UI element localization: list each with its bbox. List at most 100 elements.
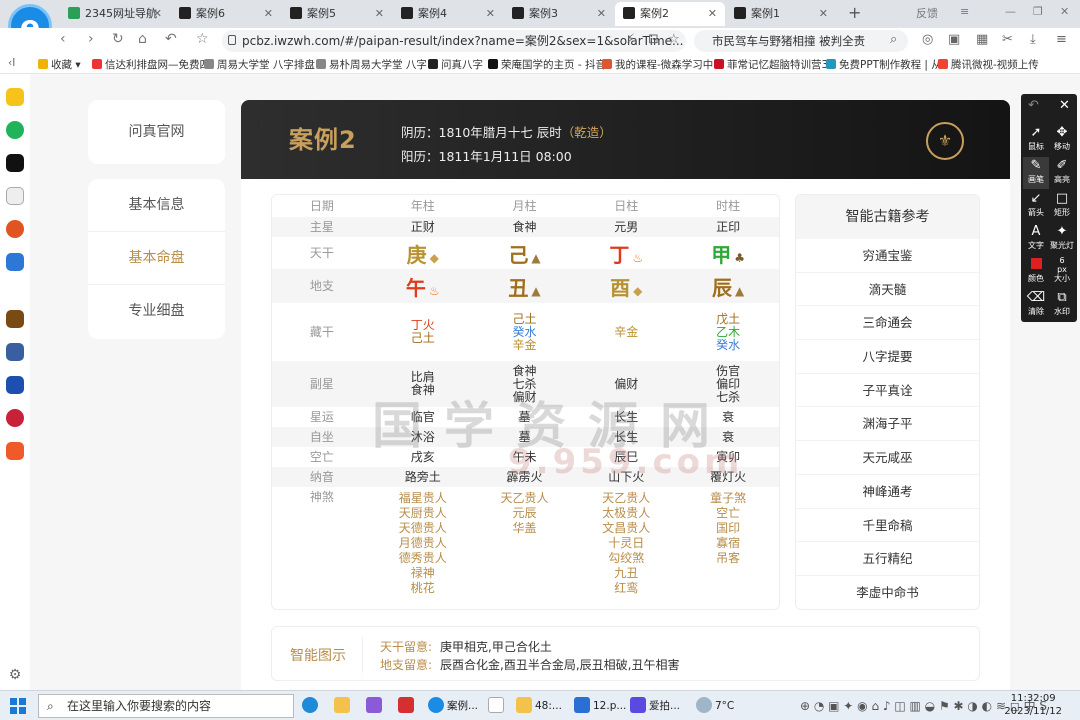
size-tool[interactable]: 6 px 大小: [1049, 256, 1075, 288]
shensha-item[interactable]: 红鸾: [575, 581, 677, 596]
shensha-item[interactable]: 天厨贵人: [372, 506, 474, 521]
grid-icon[interactable]: ▦: [976, 32, 988, 47]
book-link[interactable]: 千里命稿: [796, 509, 979, 543]
shensha-item[interactable]: 德秀贵人: [372, 551, 474, 566]
menu-icon[interactable]: ≡: [960, 5, 969, 18]
undo-icon[interactable]: ↶: [165, 31, 177, 47]
book-link[interactable]: 神峰通考: [796, 475, 979, 509]
taskbar-app-recorder[interactable]: 爱拍...: [630, 696, 680, 716]
book-link[interactable]: 穷通宝鉴: [796, 239, 979, 273]
search-box[interactable]: 市民驾车与野猪相撞 被判全责: [694, 30, 908, 52]
taskbar-app-folder[interactable]: 48:...: [516, 696, 562, 716]
bookmark-item[interactable]: 收藏 ▾: [38, 57, 81, 72]
bookmark-item[interactable]: 易朴周易大学堂 八字: [316, 57, 427, 72]
taskbar-search-input[interactable]: ⌕ 在这里输入你要搜索的内容: [38, 694, 294, 718]
reload-icon[interactable]: ↻: [112, 31, 124, 47]
nav-basic-info[interactable]: 基本信息: [88, 179, 225, 232]
maximize-icon[interactable]: ❐: [1033, 5, 1043, 18]
taskbar-app-file[interactable]: 12.p...: [574, 696, 626, 716]
shield-icon[interactable]: ◎: [922, 32, 933, 47]
system-clock[interactable]: 11:32:09 2023/11/12: [1004, 692, 1062, 718]
shensha-item[interactable]: 禄神: [372, 566, 474, 581]
eraser-tool[interactable]: ⌫ 清除: [1023, 289, 1049, 321]
bookmark-star-icon[interactable]: ☆: [196, 31, 209, 47]
tab-case1[interactable]: 案例1 ✕: [726, 2, 836, 26]
folder-icon[interactable]: [334, 696, 353, 716]
tab-close-icon[interactable]: ✕: [375, 2, 384, 26]
app-icon[interactable]: [6, 220, 24, 238]
book-link[interactable]: 滴天髓: [796, 273, 979, 307]
favorites-icon[interactable]: [6, 88, 24, 106]
shensha-item[interactable]: 寡宿: [677, 536, 779, 551]
move-tool[interactable]: ✥ 移动: [1049, 124, 1075, 156]
tab-case4[interactable]: 案例4 ✕: [393, 2, 503, 26]
rectangle-tool[interactable]: □ 矩形: [1049, 190, 1075, 222]
book-link[interactable]: 三命通会: [796, 306, 979, 341]
search-icon[interactable]: ⌕: [890, 32, 897, 47]
arrow-tool[interactable]: ↙ 箭头: [1023, 190, 1049, 222]
game-icon[interactable]: [6, 409, 24, 427]
feedback-link[interactable]: 反馈: [916, 5, 938, 21]
watermark-tool[interactable]: ⧉ 水印: [1049, 289, 1075, 321]
close-window-icon[interactable]: ✕: [1060, 5, 1069, 18]
back-icon[interactable]: ‹: [60, 31, 66, 47]
screenshot-icon[interactable]: ⊡: [648, 32, 659, 47]
nav-basic-chart[interactable]: 基本命盘: [88, 232, 225, 285]
book-link[interactable]: 渊海子平: [796, 407, 979, 442]
taskbar-app-browser[interactable]: 案例...: [428, 696, 478, 716]
text-tool[interactable]: A 文字: [1023, 223, 1049, 255]
weather-icon[interactable]: 7°C: [696, 696, 734, 716]
book-link[interactable]: 五行精纪: [796, 542, 979, 576]
forward-icon[interactable]: ›: [88, 31, 94, 47]
shensha-item[interactable]: 吊客: [677, 551, 779, 566]
chat-icon[interactable]: [6, 121, 24, 139]
shensha-item[interactable]: 华盖: [474, 521, 576, 536]
shensha-item[interactable]: 文昌贵人: [575, 521, 677, 536]
shensha-item[interactable]: 空亡: [677, 506, 779, 521]
shensha-item[interactable]: 月德贵人: [372, 536, 474, 551]
official-site-link[interactable]: 问真官网: [88, 100, 225, 164]
game-icon[interactable]: [6, 376, 24, 394]
shensha-item[interactable]: 元辰: [474, 506, 576, 521]
game-icon[interactable]: [6, 310, 24, 328]
more-icon[interactable]: ≡: [1056, 32, 1067, 47]
file-icon[interactable]: [488, 696, 507, 716]
book-link[interactable]: 八字提要: [796, 340, 979, 374]
tab-close-icon[interactable]: ✕: [486, 2, 495, 26]
new-tab-button[interactable]: +: [848, 3, 861, 22]
app-icon[interactable]: [6, 253, 24, 271]
app-icon[interactable]: [366, 696, 385, 716]
bookmark-item[interactable]: 腾讯微视-视频上传: [938, 57, 1039, 72]
shensha-item[interactable]: 桃花: [372, 581, 474, 596]
home-icon[interactable]: ⌂: [138, 31, 147, 47]
cursor-tool[interactable]: ➚ 鼠标: [1023, 124, 1049, 156]
tab-case6[interactable]: 案例6 ✕: [171, 2, 281, 26]
book-link[interactable]: 子平真诠: [796, 374, 979, 408]
shensha-item[interactable]: 天德贵人: [372, 521, 474, 536]
tab-close-icon[interactable]: ✕: [819, 2, 828, 26]
settings-icon[interactable]: ⚙: [6, 666, 24, 684]
spotlight-tool[interactable]: ✦ 聚光灯: [1049, 223, 1075, 255]
edge-icon[interactable]: [302, 696, 321, 716]
scissors-icon[interactable]: ✂: [1002, 32, 1013, 47]
highlighter-tool[interactable]: ✐ 高亮: [1049, 157, 1075, 189]
bookmark-item[interactable]: 信达利排盘网—免费四: [92, 57, 210, 72]
book-link[interactable]: 天元咸巫: [796, 441, 979, 475]
bookmarks-toggle-icon[interactable]: ‹I: [8, 57, 15, 69]
wps-icon[interactable]: [398, 696, 417, 716]
shensha-item[interactable]: 太极贵人: [575, 506, 677, 521]
pen-tool[interactable]: ✎ 画笔: [1023, 157, 1049, 189]
book-link[interactable]: 李虚中命书: [796, 576, 979, 609]
tab-close-icon[interactable]: ✕: [153, 2, 162, 26]
shensha-item[interactable]: 勾绞煞: [575, 551, 677, 566]
minimize-icon[interactable]: —: [1005, 5, 1016, 18]
tab-2345[interactable]: 2345网址导航 ✕: [60, 2, 170, 26]
undo-icon[interactable]: ↶: [1028, 98, 1039, 113]
bookmark-item[interactable]: 免费PPT制作教程 | 从: [826, 57, 942, 72]
tab-close-icon[interactable]: ✕: [264, 2, 273, 26]
shensha-item[interactable]: 天乙贵人: [575, 491, 677, 506]
shensha-item[interactable]: 九丑: [575, 566, 677, 581]
shensha-item[interactable]: 福星贵人: [372, 491, 474, 506]
extension-icon[interactable]: ▣: [948, 32, 960, 47]
game-icon[interactable]: [6, 442, 24, 460]
